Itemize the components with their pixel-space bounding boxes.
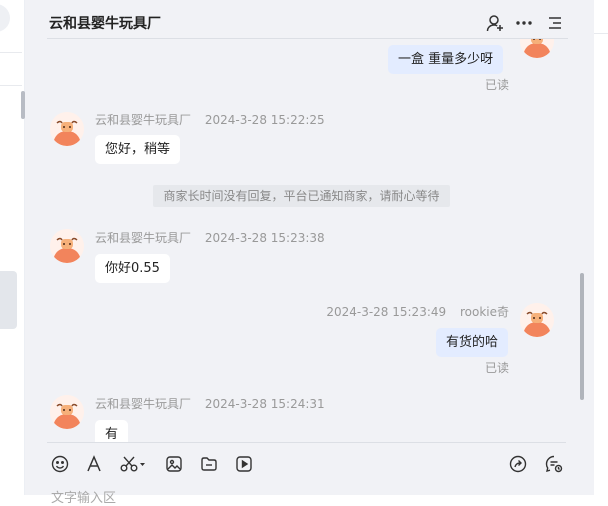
message-meta: 云和县婴牛玩具厂 2024-3-28 15:22:25 [95, 111, 325, 128]
timestamp: 2024-3-28 15:22:25 [204, 113, 325, 127]
avatar[interactable] [50, 229, 84, 263]
avatar[interactable] [520, 303, 554, 337]
background-block [0, 271, 17, 329]
message-bubble-outgoing[interactable]: 有货的哈 [436, 328, 509, 357]
emoji-icon[interactable] [50, 454, 70, 474]
share-icon[interactable] [508, 454, 528, 474]
avatar[interactable] [50, 395, 84, 429]
timestamp: 2024-3-28 15:23:49 [326, 305, 447, 319]
message-meta: 2024-3-28 15:23:49 rookie奇 [326, 303, 509, 320]
message-bubble-incoming[interactable]: 有 [95, 420, 129, 442]
background-divider [594, 33, 608, 34]
chat-header: 云和县婴牛玩具厂 [25, 0, 594, 39]
font-icon[interactable] [84, 454, 104, 474]
read-status: 已读 [485, 361, 510, 375]
right-background-panel [594, 0, 608, 495]
scrollbar[interactable] [580, 273, 584, 400]
chat-title: 云和县婴牛玩具厂 [49, 16, 161, 32]
timestamp: 2024-3-28 15:24:31 [204, 397, 325, 411]
video-icon[interactable] [234, 454, 254, 474]
folder-icon[interactable] [199, 454, 219, 474]
message-bubble-incoming[interactable]: 你好0.55 [95, 254, 170, 283]
message-meta: 云和县婴牛玩具厂 2024-3-28 15:23:38 [95, 229, 325, 246]
avatar[interactable] [50, 112, 84, 146]
message-meta: 云和县婴牛玩具厂 2024-3-28 15:24:31 [95, 395, 325, 412]
sender-name: rookie奇 [459, 305, 509, 319]
input-toolbar: 文字输入区 [25, 442, 594, 506]
background-divider [0, 85, 22, 86]
menu-list-icon[interactable] [544, 12, 566, 34]
image-icon[interactable] [164, 454, 184, 474]
sender-name: 云和县婴牛玩具厂 [95, 397, 192, 411]
left-background-panel [0, 0, 25, 495]
sender-name: 云和县婴牛玩具厂 [95, 113, 192, 127]
timestamp: 2024-3-28 15:23:38 [204, 231, 325, 245]
background-divider [0, 52, 22, 53]
message-bubble-incoming[interactable]: 您好，稍等 [95, 135, 181, 164]
message-bubble-outgoing[interactable]: 一盒 重量多少呀 [388, 45, 504, 74]
read-status: 已读 [485, 78, 510, 92]
more-icon[interactable] [513, 12, 535, 34]
system-notice: 商家长时间没有回复，平台已通知商家，请耐心等待 [153, 185, 450, 207]
chat-history-icon[interactable] [544, 454, 564, 474]
message-list[interactable]: 一盒 重量多少呀 已读 云和县婴牛玩具厂 2024-3-28 15:22:25 … [25, 39, 594, 442]
toolbar-divider [47, 442, 566, 443]
add-user-icon[interactable] [484, 12, 506, 34]
avatar[interactable] [520, 39, 554, 58]
scissors-icon[interactable] [119, 454, 147, 474]
chat-window: 云和县婴牛玩具厂 一盒 重量多少呀 已读 云和县婴牛玩具厂 2024-3-28 … [25, 0, 594, 506]
message-input[interactable]: 文字输入区 [51, 487, 116, 506]
sender-name: 云和县婴牛玩具厂 [95, 231, 192, 245]
background-pill [0, 4, 10, 32]
